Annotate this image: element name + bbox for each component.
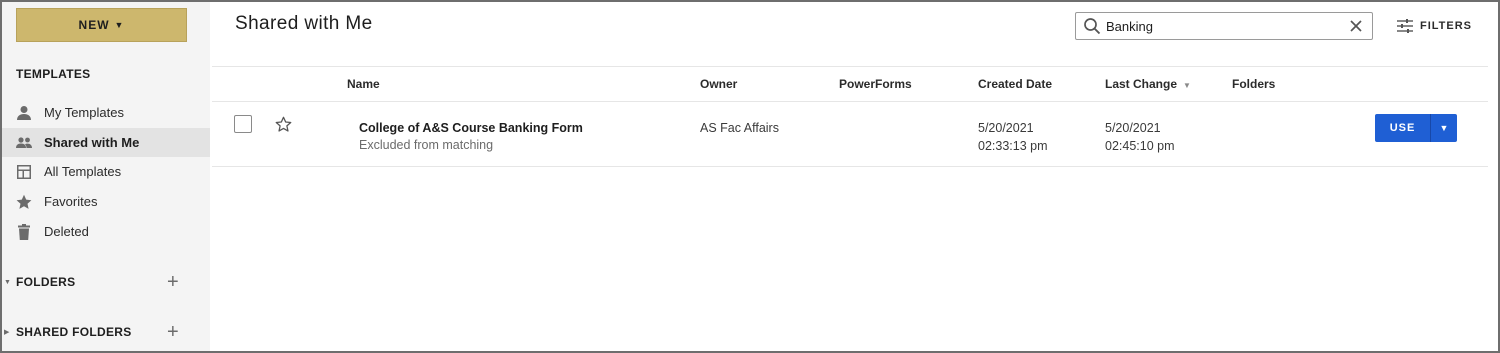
people-icon (16, 135, 32, 151)
use-dropdown-caret-icon[interactable]: ▼ (1430, 114, 1457, 142)
favorite-star-icon[interactable] (275, 116, 292, 133)
sidebar-item-label: Deleted (44, 224, 89, 239)
sidebar-item-my-templates[interactable]: My Templates (2, 98, 210, 127)
search-input[interactable] (1106, 18, 1336, 34)
created-time-cell: 02:33:13 pm (978, 139, 1048, 153)
sidebar-item-deleted[interactable]: Deleted (2, 217, 210, 246)
page-title: Shared with Me (235, 13, 373, 34)
column-header-powerforms[interactable]: PowerForms (839, 77, 912, 91)
new-button[interactable]: NEW ▼ (16, 8, 187, 42)
sidebar-item-label: Favorites (44, 194, 98, 209)
folders-section[interactable]: ▼ FOLDERS + (2, 271, 210, 293)
app-frame: NEW ▼ TEMPLATES My Templates Shared with… (0, 0, 1500, 353)
column-header-name[interactable]: Name (347, 77, 380, 91)
person-icon (16, 105, 32, 121)
triangle-right-icon: ▶ (4, 329, 10, 336)
sidebar-item-all-templates[interactable]: All Templates (2, 157, 210, 186)
use-button[interactable]: USE (1375, 114, 1430, 142)
sidebar-item-label: My Templates (44, 105, 124, 120)
column-header-owner[interactable]: Owner (700, 77, 737, 91)
filters-label: FILTERS (1420, 20, 1473, 32)
new-button-label: NEW (78, 18, 110, 32)
owner-cell: AS Fac Affairs (700, 121, 779, 135)
templates-section-title: TEMPLATES (16, 67, 91, 81)
divider (212, 66, 1488, 67)
template-icon (16, 164, 32, 180)
column-header-folders[interactable]: Folders (1232, 77, 1275, 91)
column-header-last-change[interactable]: Last Change ▼ (1105, 77, 1191, 91)
last-change-time-cell: 02:45:10 pm (1105, 139, 1175, 153)
filter-sliders-icon (1397, 19, 1413, 33)
column-header-created-date[interactable]: Created Date (978, 77, 1052, 91)
use-button-group: USE ▼ (1375, 114, 1457, 142)
sidebar: NEW ▼ TEMPLATES My Templates Shared with… (2, 2, 210, 351)
trash-icon (16, 223, 32, 240)
search-box[interactable] (1075, 12, 1373, 40)
sidebar-item-favorites[interactable]: Favorites (2, 187, 210, 216)
caret-down-icon: ▼ (114, 20, 125, 30)
template-subtitle: Excluded from matching (359, 138, 494, 152)
template-name[interactable]: College of A&S Course Banking Form (359, 121, 583, 135)
filters-button[interactable]: FILTERS (1396, 16, 1472, 36)
sidebar-item-label: All Templates (44, 164, 122, 179)
shared-folders-section[interactable]: ▶ SHARED FOLDERS + (2, 321, 210, 343)
divider (212, 101, 1488, 102)
row-checkbox[interactable] (234, 115, 252, 133)
star-icon (16, 194, 32, 210)
triangle-down-icon: ▼ (4, 278, 12, 286)
last-change-date-cell: 5/20/2021 (1105, 121, 1161, 135)
add-shared-folder-icon[interactable]: + (164, 321, 182, 343)
column-header-label: Last Change (1105, 77, 1178, 91)
divider (212, 166, 1488, 167)
sidebar-item-label: Shared with Me (44, 135, 140, 150)
sidebar-item-shared-with-me[interactable]: Shared with Me (2, 128, 210, 157)
sort-desc-icon: ▼ (1183, 81, 1191, 90)
clear-search-icon[interactable] (1348, 18, 1364, 34)
created-date-cell: 5/20/2021 (978, 121, 1034, 135)
search-icon (1084, 18, 1101, 35)
shared-folders-label: SHARED FOLDERS (16, 325, 132, 339)
folders-label: FOLDERS (16, 275, 76, 289)
add-folder-icon[interactable]: + (164, 271, 182, 293)
